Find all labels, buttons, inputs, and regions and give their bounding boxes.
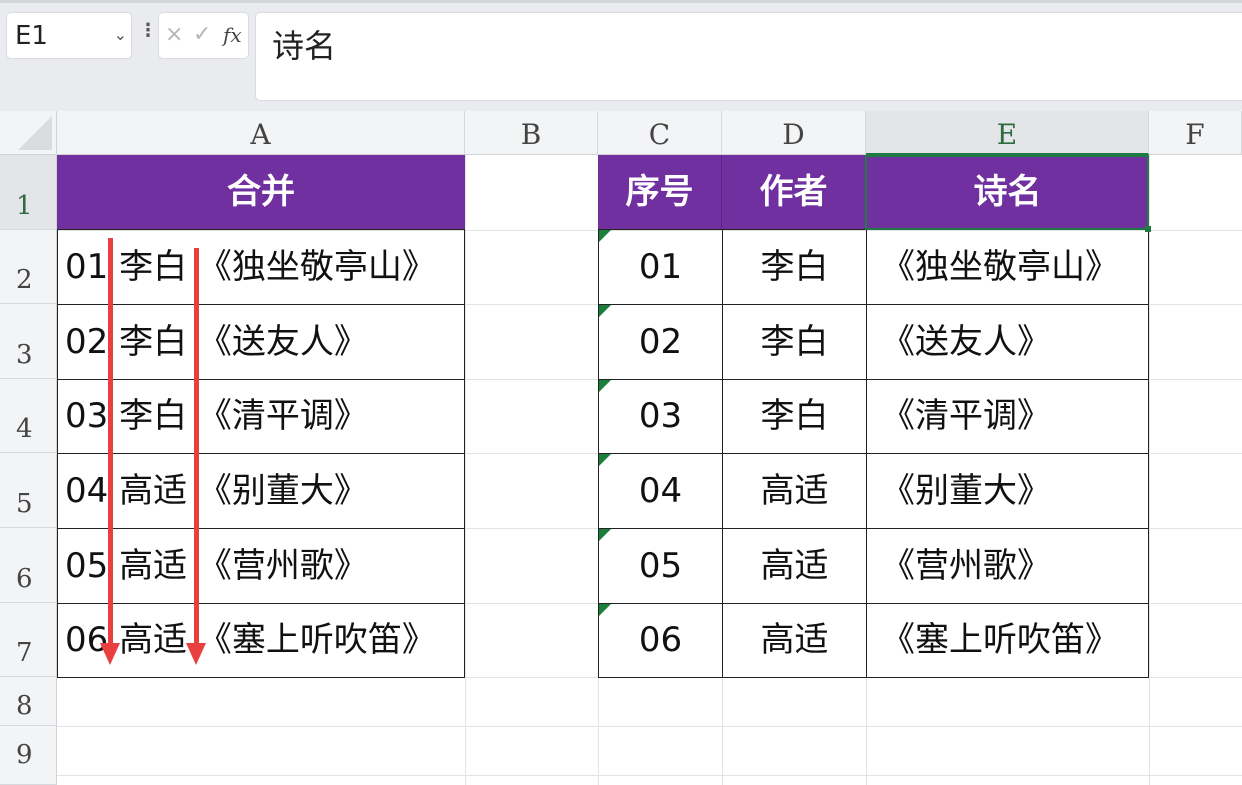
row-header-4[interactable]: 4 [0,379,57,453]
gridline [57,726,1242,727]
arrow-down-icon [194,248,199,646]
arrow-down-icon [108,238,113,646]
column-header-f[interactable]: F [1149,111,1242,155]
header-cell-poem[interactable]: 诗名 [866,155,1149,230]
row-header-2[interactable]: 2 [0,230,57,304]
name-box-value: E1 [15,21,48,51]
arrow-head-icon [186,643,206,665]
cell-e7[interactable]: 《塞上听吹笛》 [866,603,1149,678]
merged-cell-a6[interactable]: 05 高适 《营州歌》 [57,528,465,604]
name-box[interactable]: E1 ⌄ [6,12,132,59]
merged-cell-a7[interactable]: 06 高适 《塞上听吹笛》 [57,603,465,678]
number-as-text-indicator-icon[interactable] [599,529,611,541]
row-number: 7 [16,638,33,668]
cell-c7[interactable]: 06 [598,603,723,678]
column-header-b[interactable]: B [465,111,598,155]
cell-e6[interactable]: 《营州歌》 [866,528,1149,604]
row-header-1[interactable]: 1 [0,155,57,230]
row-number: 3 [16,340,33,370]
arrow-head-icon [100,643,120,665]
merged-cell-a4[interactable]: 03 李白 《清平调》 [57,379,465,454]
cancel-icon[interactable]: × [165,22,183,47]
merged-cell-a3[interactable]: 02 李白 《送友人》 [57,304,465,380]
formula-text: 诗名 [272,27,337,65]
gridline [57,775,1242,776]
row-header-3[interactable]: 3 [0,304,57,379]
more-vertical-icon[interactable]: ⋮ [139,22,157,40]
row-number: 8 [16,691,33,721]
number-as-text-indicator-icon[interactable] [599,305,611,317]
cell-d5[interactable]: 高适 [722,453,867,529]
cell-c6[interactable]: 05 [598,528,723,604]
toolbar-divider [0,0,1242,3]
gridline [465,155,466,785]
gridline [1149,155,1150,785]
number-as-text-indicator-icon[interactable] [599,454,611,466]
select-all-icon [18,116,52,150]
chevron-down-icon[interactable]: ⌄ [114,25,127,44]
cell-e5[interactable]: 《别董大》 [866,453,1149,529]
fill-handle[interactable] [1145,226,1151,232]
cell-e4[interactable]: 《清平调》 [866,379,1149,454]
merged-cell-a5[interactable]: 04 高适 《别董大》 [57,453,465,529]
cell-e2[interactable]: 《独坐敬亭山》 [866,229,1149,305]
column-header-d[interactable]: D [722,111,866,155]
check-icon[interactable]: ✓ [193,22,211,47]
column-header-c[interactable]: C [598,111,722,155]
number-as-text-indicator-icon[interactable] [599,230,611,242]
merged-header-cell[interactable]: 合并 [57,155,465,230]
cell-c4[interactable]: 03 [598,379,723,454]
cell-d7[interactable]: 高适 [722,603,867,678]
row-header-5[interactable]: 5 [0,453,57,528]
header-cell-author[interactable]: 作者 [722,155,866,230]
fx-icon[interactable]: fx [223,23,242,47]
cell-c5[interactable]: 04 [598,453,723,529]
cell-d4[interactable]: 李白 [722,379,867,454]
row-number: 4 [16,414,33,444]
cell-d2[interactable]: 李白 [722,229,867,305]
number-as-text-indicator-icon[interactable] [599,604,611,616]
cell-d3[interactable]: 李白 [722,304,867,380]
row-number: 5 [16,489,33,519]
cell-e3[interactable]: 《送友人》 [866,304,1149,380]
row-number: 9 [16,740,33,770]
row-number: 6 [16,564,33,594]
row-number: 1 [16,191,33,221]
cell-d6[interactable]: 高适 [722,528,867,604]
column-header-a[interactable]: A [57,111,465,155]
formula-input[interactable]: 诗名 [255,12,1242,101]
row-header-8[interactable]: 8 [0,677,57,726]
row-header-9[interactable]: 9 [0,726,57,785]
row-number: 2 [16,265,33,295]
row-header-6[interactable]: 6 [0,528,57,603]
column-header-e[interactable]: E [866,111,1149,155]
number-as-text-indicator-icon[interactable] [599,380,611,392]
merged-cell-a2[interactable]: 01 李白 《独坐敬亭山》 [57,229,465,305]
cell-c2[interactable]: 01 [598,229,723,305]
row-header-7[interactable]: 7 [0,603,57,677]
header-cell-index[interactable]: 序号 [598,155,722,230]
formula-bar-area: E1 ⌄ ⋮ × ✓ fx 诗名 [0,0,1242,111]
formula-actions: × ✓ fx [158,12,249,59]
cell-c3[interactable]: 02 [598,304,723,380]
select-all-button[interactable] [0,111,57,155]
